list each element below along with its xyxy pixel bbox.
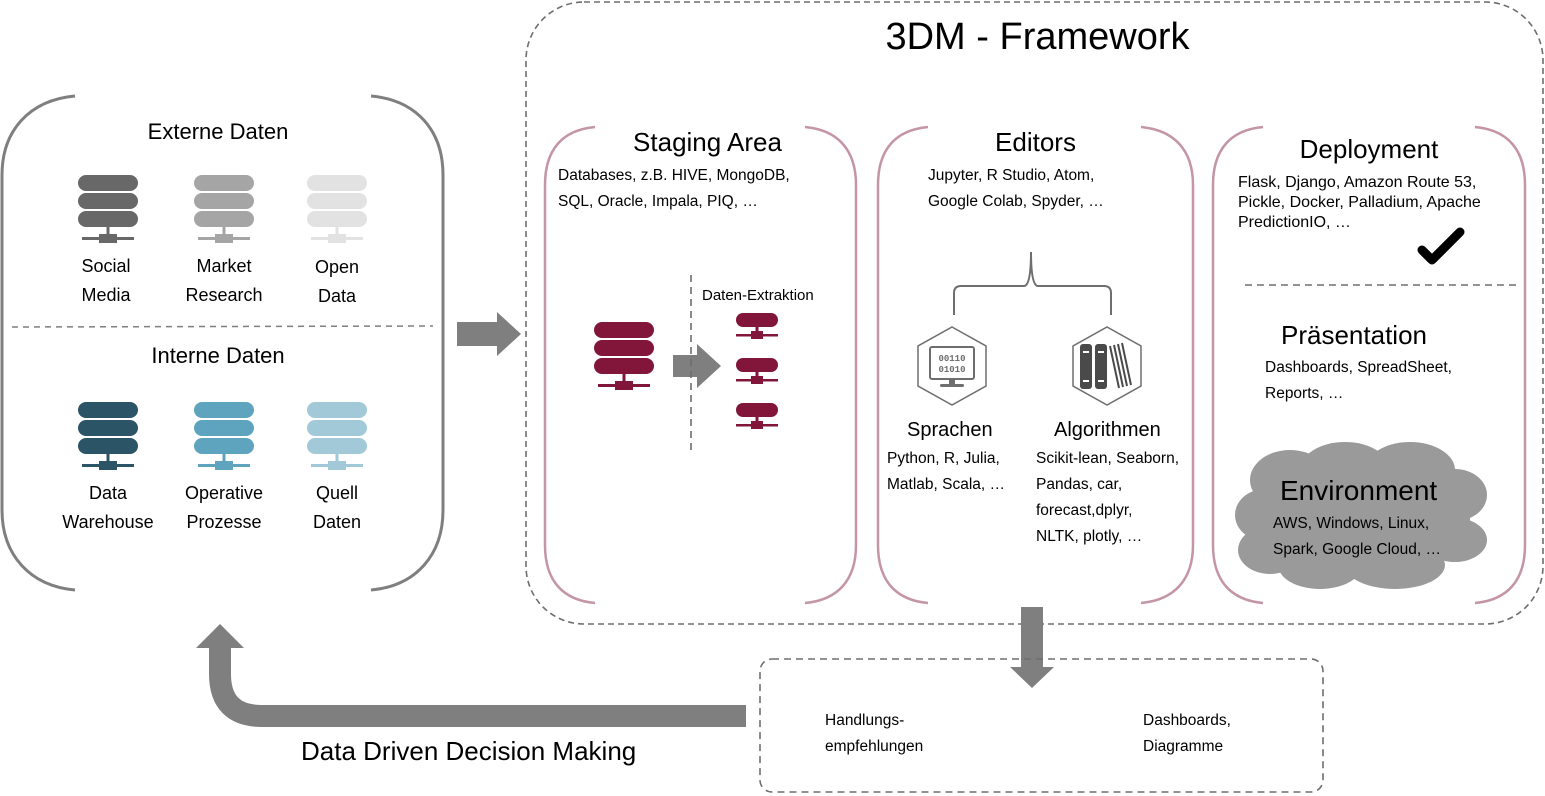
internal-data-title: Interne Daten (151, 343, 285, 368)
database-server-icon (194, 402, 254, 470)
output-dashboards: Dashboards, Diagramme (1143, 712, 1231, 755)
internal-item-label: Data Warehouse (62, 483, 154, 532)
external-item-label: Market Research (185, 256, 263, 305)
staging-description: Databases, z.B. HIVE, MongoDB, SQL, Oracl… (558, 167, 790, 210)
presentation-title: Präsentation (1281, 320, 1427, 350)
database-server-icon (307, 402, 367, 470)
database-server-icon (78, 175, 138, 243)
extraction-label: Daten-Extraktion (702, 287, 814, 304)
algorithms-list: Scikit-lean, Seaborn, Pandas, car, forecas… (1036, 450, 1180, 545)
deployment-list: Flask, Django, Amazon Route 53, Pickle, D… (1238, 174, 1481, 231)
editors-description: Jupyter, R Studio, Atom, Google Colab, Sp… (928, 167, 1104, 210)
internal-item-label: Operative Prozesse (184, 483, 264, 532)
external-item-label: Social Media (81, 256, 131, 305)
external-data-title: Externe Daten (147, 119, 289, 144)
editors-title: Editors (995, 127, 1076, 157)
presentation-list: Dashboards, SpreadSheet, Reports, … (1265, 359, 1452, 402)
environment-list: AWS, Windows, Linux, Spark, Google Cloud,… (1273, 515, 1442, 558)
external-item-label: Open Data (314, 257, 360, 306)
database-server-icon (307, 175, 367, 243)
deployment-title: Deployment (1299, 134, 1439, 164)
languages-title: Sprachen (907, 419, 993, 441)
algorithms-title: Algorithmen (1054, 419, 1161, 441)
environment-title: Environment (1280, 475, 1438, 506)
internal-item-label: Quell Daten (312, 483, 362, 532)
framework-title: 3DM - Framework (885, 16, 1190, 58)
database-server-icon (78, 402, 138, 470)
feedback-label: Data Driven Decision Making (301, 736, 637, 766)
languages-list: Python, R, Julia, Matlab, Scala, … (887, 450, 1006, 493)
staging-title: Staging Area (633, 127, 782, 157)
output-recommendations: Handlungs-empfehlungen (825, 712, 924, 755)
database-server-icon (194, 175, 254, 243)
